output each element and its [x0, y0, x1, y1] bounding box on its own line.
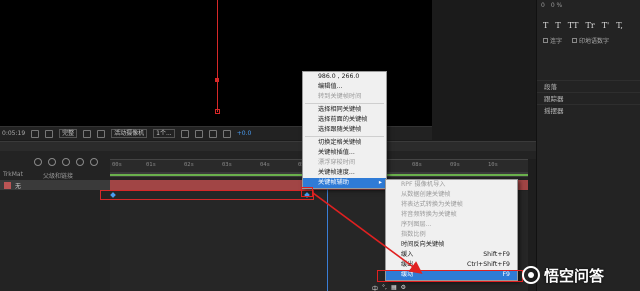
- timeline-tabs[interactable]: [0, 142, 536, 151]
- menu-item-rove-across-time: 漂浮穿梭时间: [318, 159, 356, 166]
- submenu-item-convert-audio: 将音频转换为关键帧: [401, 211, 457, 218]
- subscript-button[interactable]: T,: [616, 21, 623, 30]
- keyboard-icon[interactable]: ▦: [391, 284, 397, 291]
- bottom-toolbar: 中 °, ▦ ⚙: [372, 284, 432, 291]
- graph-editor-icon[interactable]: [90, 158, 98, 166]
- panel-paragraph[interactable]: 段落: [537, 80, 640, 92]
- color-icon[interactable]: [45, 129, 54, 138]
- tsume-value[interactable]: 0 %: [551, 2, 562, 9]
- flowchart-icon[interactable]: [208, 129, 217, 138]
- superscript-button[interactable]: T': [602, 21, 610, 30]
- transparency-grid-icon[interactable]: [97, 129, 106, 138]
- submenu-item-keyframes-from-data: 从数据创建关键帧: [401, 191, 451, 198]
- menu-item-position-value[interactable]: 986.0 , 266.0: [303, 72, 386, 82]
- submenu-item-easy-ease-out[interactable]: 缓出 Ctrl+Shift+F9: [386, 260, 517, 270]
- wukong-logo-icon: [522, 266, 540, 284]
- panel-tracker[interactable]: 跟踪器: [537, 92, 640, 104]
- tick-label: 00s: [112, 162, 122, 168]
- faux-italic-button[interactable]: T: [555, 21, 560, 30]
- exposure-value[interactable]: +0.0: [237, 130, 252, 137]
- tracking-value[interactable]: 0: [541, 2, 545, 9]
- tick-label: 04s: [260, 162, 270, 168]
- parent-header: 父级和链接: [42, 173, 73, 180]
- motion-path-point[interactable]: [215, 78, 219, 82]
- frame-blend-icon[interactable]: [62, 158, 70, 166]
- menu-item-select-following-keyframes[interactable]: 选择跟随关键帧: [303, 125, 386, 135]
- keyframe-selection-outline: [100, 190, 314, 200]
- menu-item-go-to-keyframe-time: 转到关键帧时间: [318, 93, 362, 100]
- parent-select[interactable]: 无: [15, 181, 21, 190]
- resolution-select[interactable]: 完整: [59, 129, 78, 138]
- input-method-icon[interactable]: 中: [372, 284, 378, 291]
- menu-item-keyframe-assistant[interactable]: 关键帧辅助 ▸: [303, 178, 386, 188]
- layer-label-color[interactable]: [4, 181, 11, 189]
- menu-item-edit-value[interactable]: 编辑值...: [303, 82, 386, 92]
- ligatures-checkbox[interactable]: 连字: [543, 36, 562, 45]
- tick-label: 09s: [450, 162, 460, 168]
- easy-ease-in-label: 缓入: [401, 251, 414, 258]
- fast-preview-icon[interactable]: [194, 129, 203, 138]
- tick-label: 03s: [222, 162, 232, 168]
- character-panel: 0 0 % T T TT Tr T' T, 连字 印地语数字 段落 跟踪器 摇摆…: [536, 0, 640, 291]
- all-caps-button[interactable]: TT: [568, 21, 579, 30]
- submenu-item-time-reverse[interactable]: 时间反向关键帧: [386, 240, 517, 250]
- menu-separator: [305, 103, 384, 104]
- layer-row-controls[interactable]: 无: [0, 180, 110, 190]
- keyframe-assistant-submenu: RPF 摄像机导入 从数据创建关键帧 将表达式转换为关键帧 将音频转换为关键帧 …: [385, 179, 518, 281]
- panel-wiggler[interactable]: 摇摆器: [537, 104, 640, 116]
- camera-select[interactable]: 活动摄像机: [111, 129, 148, 138]
- submenu-item-sequence-layers: 序列图层...: [401, 221, 432, 228]
- small-caps-button[interactable]: Tr: [586, 21, 595, 30]
- submenu-item-rpf-camera-import: RPF 摄像机导入: [401, 181, 446, 188]
- easy-ease-in-shortcut: Shift+F9: [483, 251, 510, 258]
- keyframe-context-menu: 986.0 , 266.0 编辑值... 转到关键帧时间 选择相同关键帧 选择前…: [302, 71, 387, 189]
- menu-item-select-equal-keyframes[interactable]: 选择相同关键帧: [303, 105, 386, 115]
- reset-exposure-icon[interactable]: [222, 129, 231, 138]
- text-style-buttons: T T TT Tr T' T,: [537, 11, 640, 30]
- view-layout-select[interactable]: 1个...: [153, 129, 175, 138]
- menu-item-toggle-hold-keyframe[interactable]: 切换定格关键帧: [303, 138, 386, 148]
- submenu-item-convert-expression: 将表达式转换为关键帧: [401, 201, 463, 208]
- tick-label: 01s: [146, 162, 156, 168]
- layer-anchor-handle[interactable]: [215, 109, 220, 114]
- easy-ease-out-shortcut: Ctrl+Shift+F9: [467, 261, 510, 268]
- menu-item-keyframe-assistant-label: 关键帧辅助: [318, 179, 349, 186]
- highlight-outline-keyframe: [301, 187, 313, 197]
- shy-icon[interactable]: [48, 158, 56, 166]
- submenu-arrow-icon: ▸: [378, 179, 382, 186]
- tick-label: 08s: [412, 162, 422, 168]
- hindi-digits-checkbox[interactable]: 印地语数字: [572, 36, 609, 45]
- current-time-readout[interactable]: 0:05:19: [2, 130, 25, 137]
- watermark: 悟空问答: [522, 262, 636, 288]
- punctuation-icon[interactable]: °,: [382, 284, 387, 291]
- submenu-item-exponential-scale: 指数比例: [401, 231, 426, 238]
- toggle-pixel-aspect-icon[interactable]: [180, 129, 189, 138]
- highlight-outline-easy-ease: [377, 270, 523, 282]
- menu-separator: [305, 136, 384, 137]
- camera-icon[interactable]: [31, 129, 40, 138]
- trkmat-header: TrkMat: [3, 171, 23, 178]
- faux-bold-button[interactable]: T: [543, 21, 548, 30]
- motion-path-line: [217, 0, 218, 112]
- region-of-interest-icon[interactable]: [83, 129, 92, 138]
- menu-item-keyframe-interpolation[interactable]: 关键帧插值...: [303, 148, 386, 158]
- timeline-switches: [0, 155, 110, 169]
- tick-label: 02s: [184, 162, 194, 168]
- layer-column-header: TrkMat 父级和链接: [0, 171, 110, 180]
- easy-ease-out-label: 缓出: [401, 261, 414, 268]
- tick-label: 10s: [488, 162, 498, 168]
- motion-blur-icon[interactable]: [76, 158, 84, 166]
- settings-icon[interactable]: ⚙: [401, 284, 406, 291]
- menu-item-select-previous-keyframes[interactable]: 选择前面的关键帧: [303, 115, 386, 125]
- draft-3d-icon[interactable]: [34, 158, 42, 166]
- submenu-item-easy-ease-in[interactable]: 缓入 Shift+F9: [386, 250, 517, 260]
- watermark-text: 悟空问答: [544, 266, 605, 285]
- menu-item-keyframe-velocity[interactable]: 关键帧速度...: [303, 168, 386, 178]
